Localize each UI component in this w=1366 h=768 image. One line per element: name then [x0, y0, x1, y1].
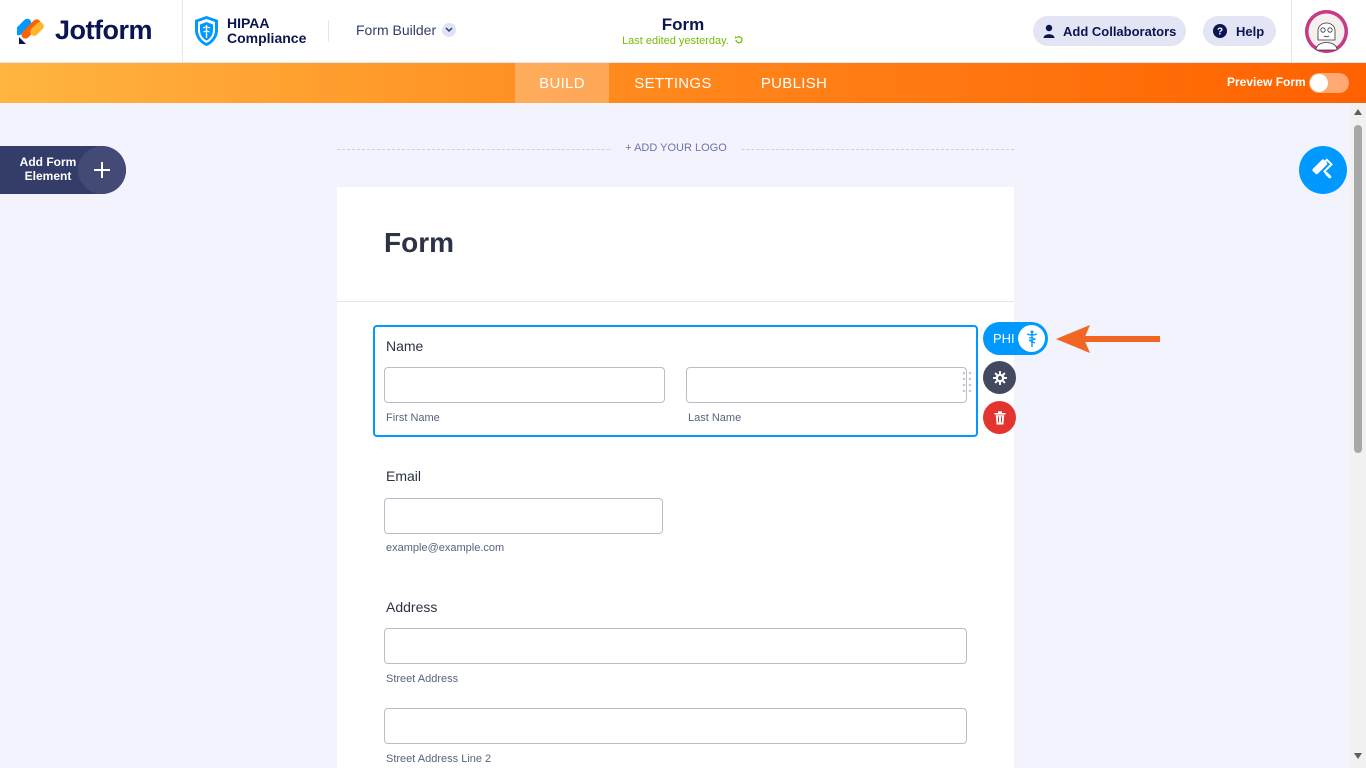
header-divider: [182, 0, 183, 63]
street-address-sublabel: Street Address: [386, 673, 459, 685]
builder-nav-bar: BUILD SETTINGS PUBLISH Preview Form: [0, 63, 1366, 103]
last-edited-text: Last edited yesterday.: [622, 35, 729, 47]
scroll-up-arrow[interactable]: [1354, 109, 1362, 115]
phi-label: PHI: [993, 331, 1015, 346]
add-form-element-label: Add Form Element: [19, 155, 77, 183]
paint-roller-icon: [1312, 158, 1333, 179]
brand-name: Jotform: [55, 14, 153, 45]
user-icon: [1043, 24, 1055, 38]
hipaa-line1: HIPAA: [227, 15, 270, 31]
delete-field-button[interactable]: [983, 401, 1016, 434]
plus-icon: [78, 146, 126, 194]
add-logo-button[interactable]: + ADD YOUR LOGO: [612, 142, 740, 154]
trash-icon: [994, 410, 1005, 424]
scroll-down-arrow[interactable]: [1354, 753, 1362, 759]
form-builder-dropdown[interactable]: Form Builder: [356, 22, 457, 38]
field-settings-button[interactable]: [983, 361, 1016, 394]
header-divider-3: [1291, 0, 1292, 63]
help-label: Help: [1236, 23, 1265, 39]
tab-build[interactable]: BUILD: [515, 63, 609, 103]
street-address-line2-sublabel: Street Address Line 2: [386, 753, 492, 765]
add-form-element-button[interactable]: Add Form Element: [0, 146, 126, 194]
form-title[interactable]: Form: [583, 15, 783, 35]
phi-toggle-button[interactable]: PHI: [983, 322, 1048, 355]
hipaa-shield-icon: [195, 16, 218, 46]
revision-history-icon: [734, 36, 743, 44]
scrollbar-thumb[interactable]: [1354, 125, 1362, 453]
form-builder-label: Form Builder: [356, 22, 437, 38]
hipaa-badge[interactable]: HIPAA Compliance: [194, 15, 306, 47]
preview-form-toggle[interactable]: [1309, 73, 1349, 93]
user-avatar[interactable]: [1305, 10, 1348, 53]
preview-form-label: Preview Form: [1227, 75, 1306, 89]
last-edited-status[interactable]: Last edited yesterday.: [583, 35, 783, 47]
form-heading[interactable]: Form: [384, 227, 454, 259]
help-button[interactable]: ? Help: [1203, 16, 1277, 46]
question-icon: ?: [1213, 24, 1227, 38]
drag-handle-icon[interactable]: [962, 370, 972, 392]
tab-settings[interactable]: SETTINGS: [618, 63, 728, 103]
caduceus-icon: [1018, 325, 1045, 352]
svg-text:?: ?: [1217, 27, 1223, 38]
street-address-input[interactable]: [384, 628, 967, 664]
add-collaborators-label: Add Collaborators: [1063, 23, 1177, 39]
header-divider-2: [328, 20, 329, 42]
address-field-label[interactable]: Address: [386, 599, 437, 615]
hipaa-line2: Compliance: [227, 30, 307, 46]
toggle-knob: [1310, 74, 1328, 92]
annotation-arrow-icon: [1056, 325, 1160, 353]
form-designer-button[interactable]: [1299, 146, 1347, 194]
jotform-logo-icon: [17, 18, 44, 44]
tab-publish[interactable]: PUBLISH: [745, 63, 843, 103]
hipaa-label: HIPAA Compliance: [227, 16, 306, 46]
form-card: Form Name First Name Last Name Email exa…: [337, 187, 1014, 768]
selected-field-outline: [373, 325, 978, 437]
street-address-line2-input[interactable]: [384, 708, 967, 744]
avatar-image: [1305, 10, 1348, 53]
chevron-down-icon: [442, 23, 457, 37]
top-header: Jotform HIPAA Compliance Form Builder Fo…: [0, 0, 1366, 63]
add-collaborators-button[interactable]: Add Collaborators: [1033, 16, 1187, 46]
heading-divider: [337, 301, 1014, 302]
email-input[interactable]: [384, 498, 663, 534]
email-field-label[interactable]: Email: [386, 468, 421, 484]
email-sublabel: example@example.com: [386, 542, 505, 554]
jotform-logo[interactable]: Jotform: [17, 14, 153, 46]
gear-icon: [992, 370, 1007, 385]
